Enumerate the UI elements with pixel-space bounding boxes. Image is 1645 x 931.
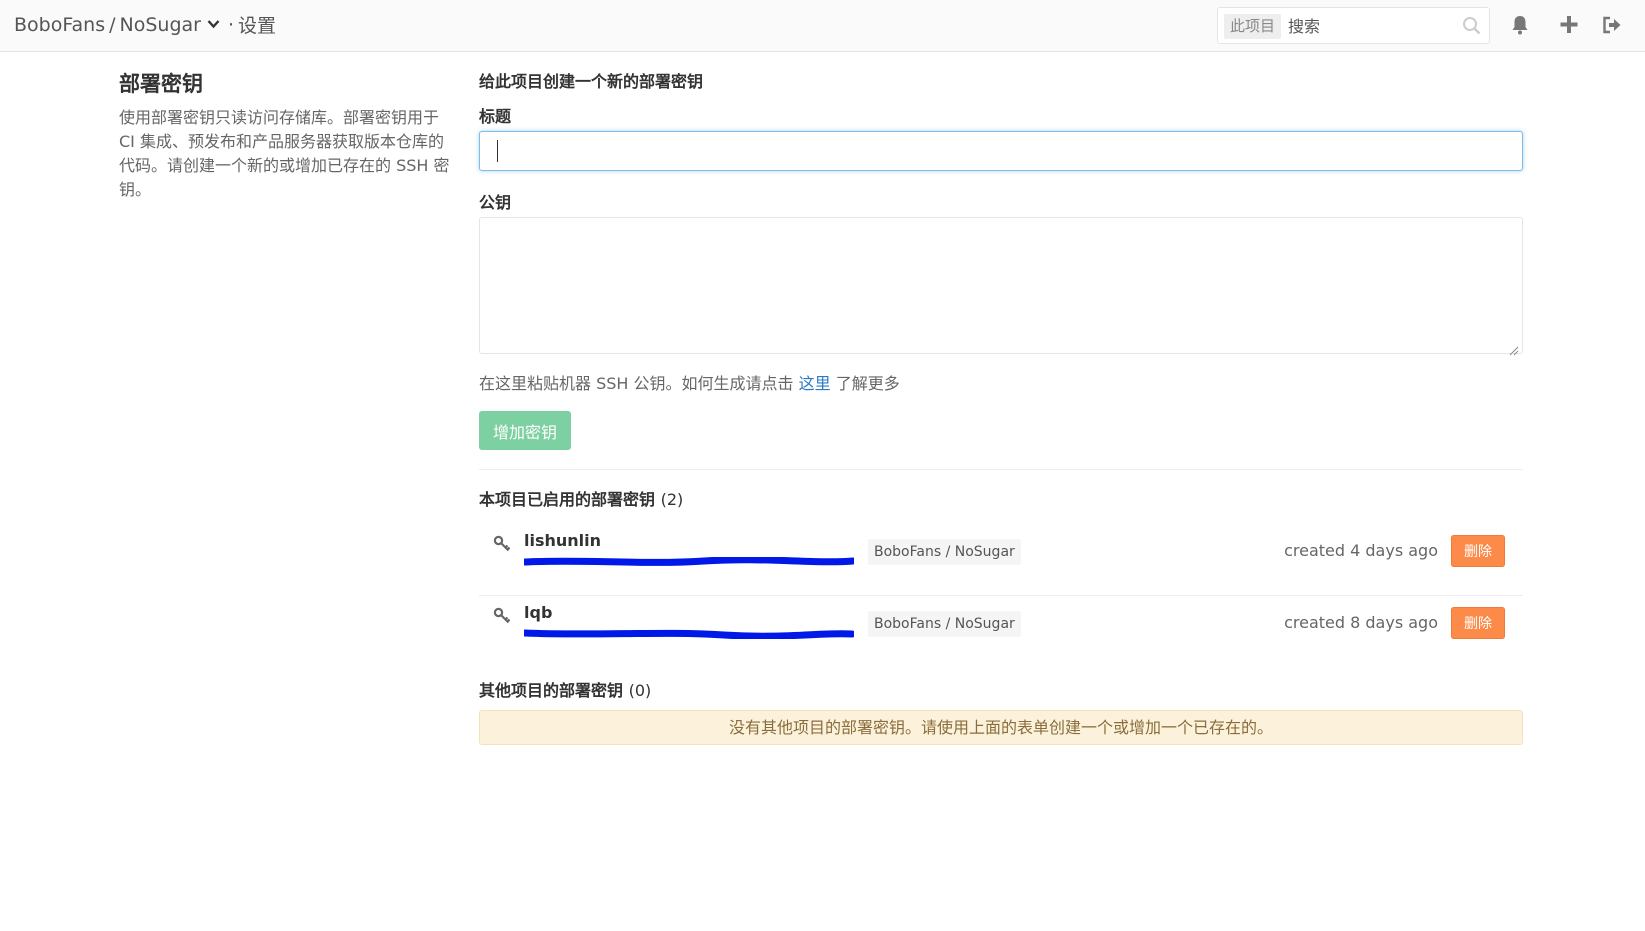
plus-icon[interactable] [1557,13,1581,37]
redacted-fingerprint [524,557,854,567]
bell-icon[interactable] [1508,13,1532,37]
enabled-keys-heading: 本项目已启用的部署密钥 (2) [479,486,683,510]
search-box: 此项目 [1217,7,1490,44]
redaction-mark [524,557,854,566]
delete-key-button[interactable]: 删除 [1451,607,1505,639]
section-description: 使用部署密钥只读访问存储库。部署密钥用于 CI 集成、预发布和产品服务器获取版本… [119,108,450,199]
resize-grip-icon[interactable] [1509,341,1519,356]
public-key-label: 公钥 [479,193,512,212]
help-text: 在这里粘贴机器 SSH 公钥。如何生成请点击 这里 了解更多 [479,370,900,394]
created-time: created 4 days ago [1284,541,1438,560]
breadcrumb-namespace-link[interactable]: BoboFans [14,14,105,36]
search-icon[interactable] [1462,16,1482,36]
help-text-suffix: 了解更多 [835,374,900,393]
other-keys-title: 其他项目的部署密钥 [479,681,624,700]
divider [479,469,1523,470]
other-keys-count: (0) [628,681,652,700]
title-label: 标题 [479,107,512,126]
redacted-fingerprint [524,629,854,639]
public-key-textarea[interactable] [479,217,1523,354]
page-title: 设置 [238,15,277,37]
key-icon [493,607,511,625]
key-icon [493,535,511,553]
search-input[interactable] [1286,12,1460,41]
title-input[interactable] [479,131,1523,171]
sign-out-icon[interactable] [1600,13,1624,37]
add-key-button[interactable]: 增加密钥 [479,411,571,450]
chevron-down-icon[interactable] [207,18,220,33]
breadcrumb: BoboFans / NoSugar · 设置 [14,11,276,38]
deploy-key-name: lqb [524,603,553,622]
help-text-prefix: 在这里粘贴机器 SSH 公钥。如何生成请点击 [479,374,794,393]
breadcrumb-project-link[interactable]: NoSugar [120,14,201,36]
enabled-keys-title: 本项目已启用的部署密钥 [479,490,656,509]
deploy-key-row: lqb BoboFans / NoSugar created 8 days ag… [479,595,1523,667]
help-link[interactable]: 这里 [799,374,831,393]
search-scope-badge[interactable]: 此项目 [1224,14,1282,39]
section-heading: 部署密钥 [119,72,203,96]
deploy-key-row: lishunlin BoboFans / NoSugar created 4 d… [479,523,1523,596]
empty-notice: 没有其他项目的部署密钥。请使用上面的表单创建一个或增加一个已存在的。 [479,710,1523,745]
created-time: created 8 days ago [1284,613,1438,632]
breadcrumb-dot: · [228,13,235,36]
other-keys-heading: 其他项目的部署密钥 (0) [479,677,651,701]
project-badge[interactable]: BoboFans / NoSugar [868,611,1021,637]
new-key-form-heading: 给此项目创建一个新的部署密钥 [479,72,704,91]
top-header: BoboFans / NoSugar · 设置 此项目 [0,0,1645,52]
breadcrumb-separator: / [109,13,116,36]
text-caret [497,140,498,162]
delete-key-button[interactable]: 删除 [1451,535,1505,567]
enabled-keys-count: (2) [660,490,684,509]
project-badge[interactable]: BoboFans / NoSugar [868,539,1021,565]
deploy-key-name: lishunlin [524,531,602,550]
redaction-mark [524,629,854,639]
